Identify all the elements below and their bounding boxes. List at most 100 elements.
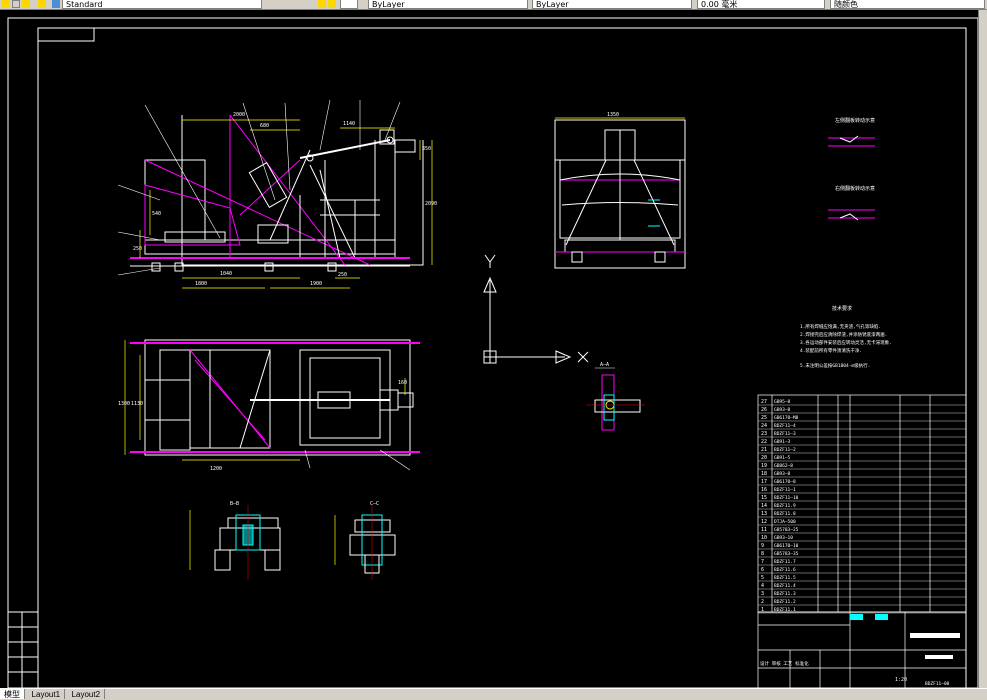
front-view: 2000 680 1140 1040 1800 1900 250 540 250… [117,99,437,289]
ucs-icon [483,254,589,364]
title-bar [925,655,953,659]
layer-icon[interactable] [52,0,60,8]
tab-layout2[interactable]: Layout2 [68,689,106,699]
bom-row-no: 3 [761,591,764,597]
dim-front-h1: 540 [152,211,161,217]
bom-row-no: 6 [761,567,764,573]
bom-row-code: GB93—10 [774,535,793,541]
bom-row-code: BDZF11—4 [774,423,796,429]
cyan-mark [850,614,863,620]
section-cc-detail: C—C [334,501,396,580]
bom-row-code: BDZF11—2 [774,447,796,453]
dim-front-right: 1140 [343,121,355,127]
tab-layout1[interactable]: Layout1 [28,689,66,699]
tab-model[interactable]: 模型 [0,689,25,699]
bom-row-code: BDZF11.6 [774,567,796,573]
match-properties-icon[interactable] [318,0,326,8]
layer-state-icon[interactable] [38,0,46,8]
bom-row-code: DTJA—500 [774,519,796,525]
dim-side-top: 1350 [607,112,619,118]
tech-req-line: 5.未注明公差按GB1804-m级执行. [800,362,870,369]
dim-plan-width: 1300 [118,401,130,407]
bom-row-no: 27 [761,399,767,405]
plotstyle-select[interactable]: 随颜色 [830,0,985,9]
section-aa-detail: A—A [586,362,645,431]
bom-row-no: 26 [761,407,767,413]
lineweight-select[interactable]: 0.00 毫米 [697,0,825,9]
cyan-mark [875,614,888,620]
bom-row-code: GB5783—35 [774,551,799,557]
code-box [37,27,95,42]
bom-row-code: GB6170—M8 [774,415,799,421]
bom-row-no: 24 [761,423,767,429]
bom-row-code: GB6170—10 [774,543,799,549]
bom-row-no: 14 [761,503,767,509]
title-block [757,611,967,689]
dim-plan-right: 160 [398,380,407,386]
bom-row-code: BDZF11.3 [774,591,796,597]
bom-row-no: 20 [761,455,767,461]
title-bar [910,633,960,638]
dim-front-bottom3: 1900 [310,281,322,287]
dim-front-bottom4: 250 [338,272,347,278]
folder-icon[interactable] [22,0,30,8]
bom-row-no: 11 [761,527,767,533]
detail-sketches: 左侧翻板转动示意 右侧翻板转动示意 [828,117,875,221]
textstyle-select[interactable]: Standard [62,0,262,9]
bom-row-no: 22 [761,439,767,445]
dim-front-h4: 350 [422,146,431,152]
vertical-scrollbar[interactable] [978,10,987,688]
bom-row-no: 19 [761,463,767,469]
bom-row-code: BDZF11—10 [774,495,799,501]
dim-plan-left: 1130 [131,401,143,407]
dim-front-bottom2: 1800 [195,281,207,287]
bom-row-code: GB95—8 [774,399,791,405]
dim-front-mid: 680 [260,123,269,129]
tech-req-line: 4.装配前所有零件须清洗干净. [800,347,862,354]
scale-text: 1:20 [895,677,907,683]
layer-previous-icon[interactable] [328,0,336,8]
plan-view: 1200 1300 1130 160 [118,339,420,472]
bom-row-no: 7 [761,559,764,565]
bom-row-no: 21 [761,447,767,453]
drawing-number: BDZF11—00 [925,681,950,687]
dim-plan-bottom: 1200 [210,466,222,472]
layout-tab-bar: 模型 Layout1 Layout2 [0,688,987,700]
bom-row-code: GB93—8 [774,407,791,413]
section-bb-detail: B—B [189,501,281,580]
section-bb-label: B—B [230,501,239,507]
layer-select[interactable]: ByLayer [368,0,528,9]
bom-row-no: 15 [761,495,767,501]
cad-drawing: 2000 680 1140 1040 1800 1900 250 540 250… [7,17,979,689]
bom-row-no: 16 [761,487,767,493]
drawing-canvas[interactable]: 2000 680 1140 1040 1800 1900 250 540 250… [0,10,987,689]
detail2-title: 右侧翻板转动示意 [835,185,875,192]
bom-row-code: GB5783—25 [774,527,799,533]
dim-front-bottom1: 1040 [220,271,232,277]
side-view: 1350 [554,112,686,269]
linetype-select[interactable]: ByLayer [532,0,692,9]
bom-row-code: GB6170—8 [774,479,796,485]
bom-row-code: BDZF11.8 [774,511,796,517]
bom-rows: 27 GB95—826 GB93—825 GB6170—M824 BDZF11—423 B… [758,399,966,614]
properties-toolbar: Standard ByLayer ByLayer 0.00 毫米 随颜色 [0,0,987,10]
dim-front-h3: 2090 [425,201,437,207]
print-icon[interactable] [12,0,20,8]
bom-row-no: 18 [761,471,767,477]
tech-req-line: 1.所有焊缝应饱满,无夹渣,气孔等缺陷. [800,323,881,330]
bom-row-no: 9 [761,543,764,549]
color-swatch-select[interactable] [340,0,358,9]
bom-row-code: GB93—8 [774,471,791,477]
tech-requirements: 技术要求 1.所有焊缝应饱满,无夹渣,气孔等缺陷. 2.焊接完后应清除焊渣,并涂… [800,305,892,369]
bom-row-code: BDZF11.9 [774,503,796,509]
bom-row-no: 4 [761,583,764,589]
left-margin-table [7,611,39,689]
bom-row-no: 10 [761,535,767,541]
company-row: 设计 审核 工艺 标准化 [760,660,809,667]
dim-front-h2: 250 [133,246,142,252]
bom-row-code: GB91—5 [774,455,791,461]
folder-icon[interactable] [2,0,10,8]
bom-row-no: 8 [761,551,764,557]
bom-row-code: BDZF11—3 [774,431,796,437]
section-cc-label: C—C [370,501,379,507]
